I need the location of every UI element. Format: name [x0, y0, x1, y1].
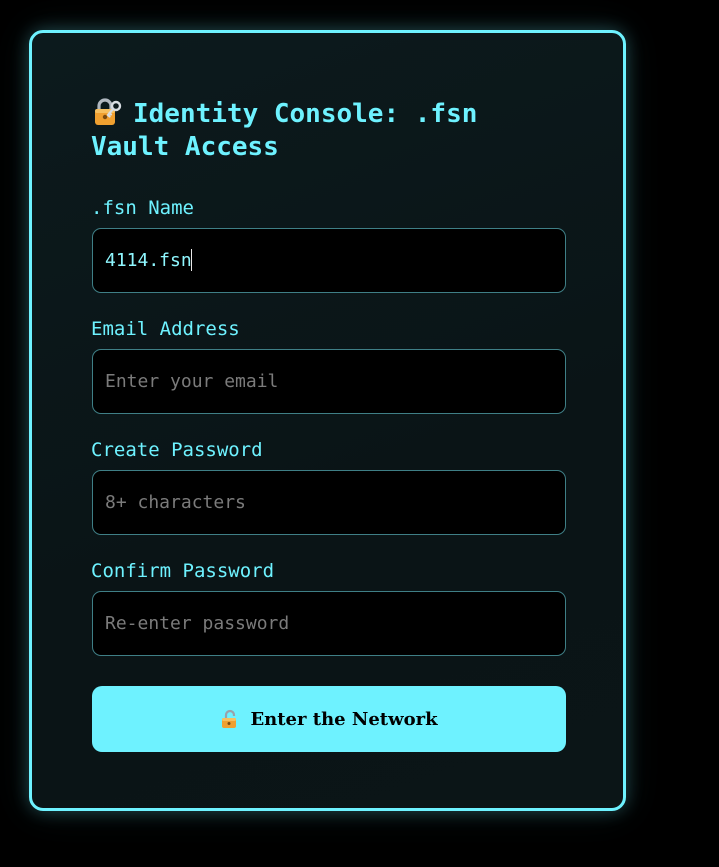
lock-with-key-icon — [91, 97, 123, 127]
unlocked-padlock-icon — [220, 709, 240, 729]
confirm-password-field[interactable] — [92, 591, 566, 656]
email-label: Email Address — [91, 318, 240, 340]
create-password-field[interactable] — [92, 470, 566, 535]
fsn-name-input[interactable] — [92, 228, 566, 293]
text-caret — [191, 249, 192, 271]
create-password-label: Create Password — [91, 439, 263, 461]
title-line-1: Identity Console: .fsn — [133, 99, 478, 129]
enter-network-button[interactable]: Enter the Network — [92, 686, 566, 752]
fsn-name-label: .fsn Name — [91, 197, 194, 219]
title-line-2: Vault Access — [91, 132, 279, 162]
page-title: Identity Console: .fsn Vault Access — [91, 97, 531, 164]
signup-card: Identity Console: .fsn Vault Access .fsn… — [29, 30, 626, 811]
enter-network-label: Enter the Network — [250, 708, 438, 730]
email-field[interactable] — [92, 349, 566, 414]
confirm-password-label: Confirm Password — [91, 560, 275, 582]
